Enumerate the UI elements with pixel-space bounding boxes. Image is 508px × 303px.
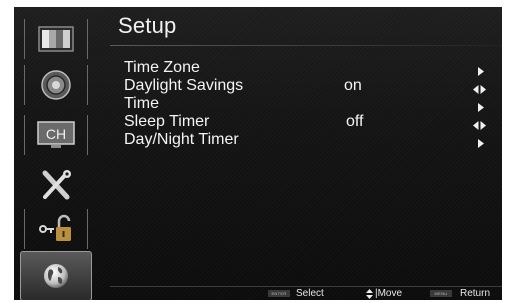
sidebar-item-lock[interactable] [24, 209, 88, 249]
menu-item-value: off [346, 113, 364, 130]
menu-key-icon: MENU [430, 290, 452, 297]
sidebar-item-channel[interactable]: CH [24, 115, 88, 155]
footer-help-bar: ENTER Select |Move MENU Return [110, 287, 502, 300]
title-divider [110, 45, 502, 46]
channel-icon-label: CH [46, 126, 66, 142]
menu-item-label: Time Zone [124, 59, 200, 76]
menu-item-value: on [344, 77, 362, 94]
menu-item-label: Time [124, 95, 159, 112]
sidebar-item-audio[interactable] [24, 65, 88, 105]
footer-select-label: Select [296, 288, 324, 299]
menu-item-day-night-timer[interactable]: Day/Night Timer [124, 131, 494, 149]
footer-move-label: |Move [375, 288, 403, 299]
lock-icon [37, 213, 75, 245]
menu-item-label: Sleep Timer [124, 113, 210, 130]
sidebar-item-setup[interactable] [20, 251, 92, 300]
footer-return-label: Return [460, 288, 491, 299]
audio-icon [40, 69, 72, 101]
globe-icon [41, 261, 71, 291]
picture-icon [38, 26, 74, 52]
setup-menu: Time Zone Daylight Savings on Time Sleep… [124, 59, 494, 149]
channel-icon: CH [36, 120, 76, 150]
menu-item-label: Day/Night Timer [124, 131, 239, 148]
menu-item-time[interactable]: Time [124, 95, 494, 113]
menu-item-label: Daylight Savings [124, 77, 244, 94]
tools-icon [39, 169, 73, 201]
up-down-arrow-icon [366, 289, 373, 300]
tv-menu-screen: CH Setup Time Zone Daylight Savings on T… [14, 7, 502, 300]
menu-item-daylight-savings[interactable]: Daylight Savings on [124, 77, 494, 95]
menu-item-sleep-timer[interactable]: Sleep Timer off [124, 113, 494, 131]
enter-key-icon: ENTER [268, 290, 290, 297]
sidebar-item-tools[interactable] [24, 165, 88, 205]
sidebar: CH [14, 7, 102, 300]
arrow-right-icon [478, 135, 484, 153]
page-title: Setup [118, 13, 177, 38]
sidebar-item-picture[interactable] [24, 19, 88, 59]
menu-item-time-zone[interactable]: Time Zone [124, 59, 494, 77]
